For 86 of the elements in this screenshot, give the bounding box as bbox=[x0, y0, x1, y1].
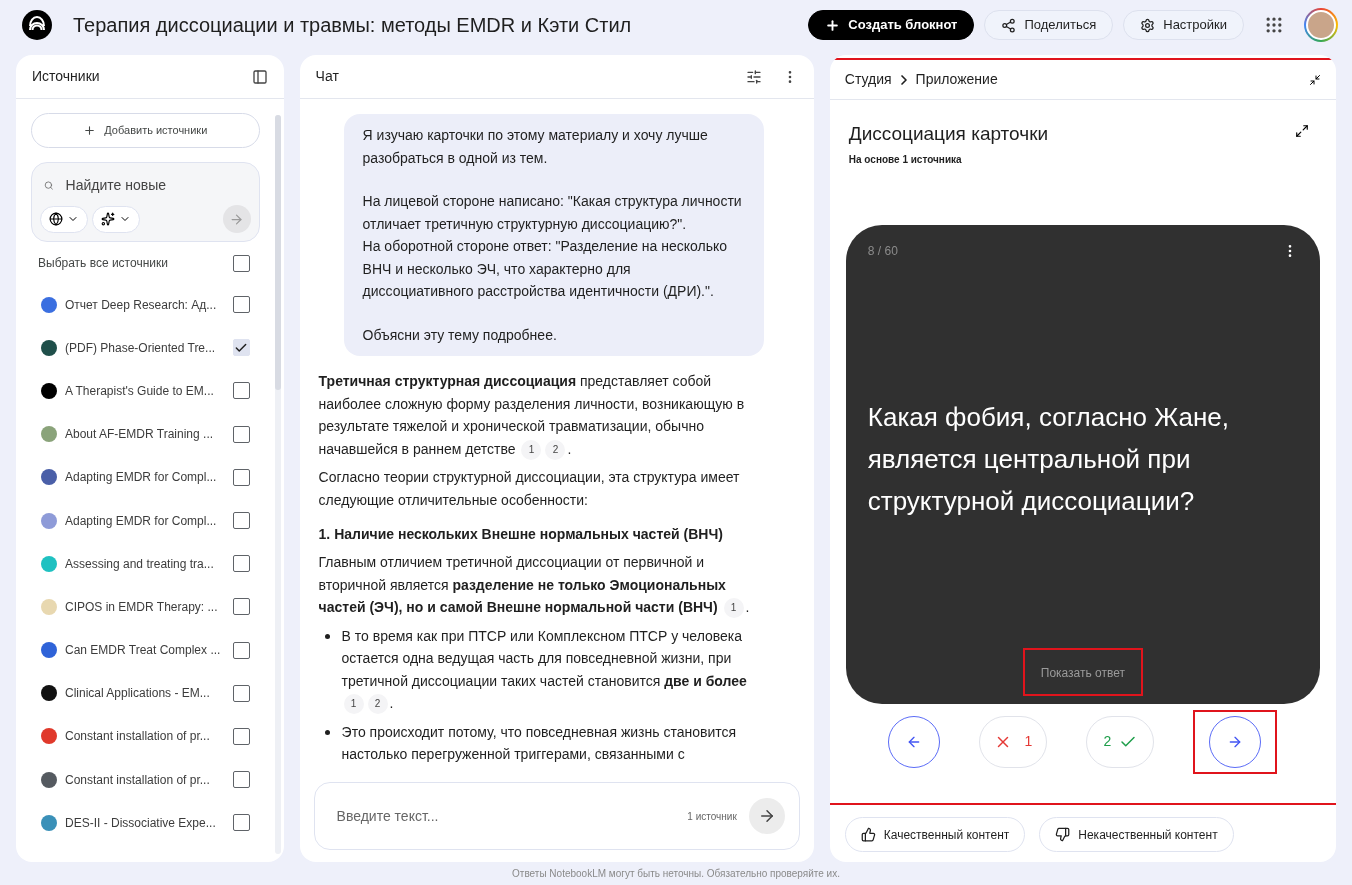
checkbox[interactable] bbox=[232, 254, 250, 272]
sidebar-toggle-icon[interactable] bbox=[251, 68, 268, 85]
checkbox[interactable] bbox=[232, 684, 250, 702]
source-item[interactable]: Adapting EMDR for Compl... bbox=[31, 455, 260, 499]
settings-button[interactable]: Настройки bbox=[1123, 10, 1244, 40]
source-item[interactable]: (PDF) Phase-Oriented Tre... bbox=[31, 326, 260, 370]
section-heading: 1. Наличие нескольких Внешне нормальных частей (ВНЧ) bbox=[318, 525, 724, 544]
source-title: Constant installation of pr... bbox=[65, 728, 211, 746]
breadcrumb-link[interactable]: Студия bbox=[844, 69, 892, 90]
source-title: Adapting EMDR for Compl... bbox=[65, 512, 218, 530]
checkbox[interactable] bbox=[232, 512, 250, 530]
checkbox[interactable] bbox=[232, 727, 250, 745]
source-item[interactable]: Constant installation of pr... bbox=[31, 758, 260, 802]
web-filter-button[interactable] bbox=[40, 205, 88, 233]
checkbox[interactable] bbox=[232, 598, 250, 616]
source-item[interactable]: DES-II - Dissociative Expe... bbox=[31, 801, 260, 845]
checkbox[interactable] bbox=[232, 771, 250, 789]
avatar[interactable] bbox=[1304, 8, 1338, 42]
answer-text: Это происходит потому, что повседневная жизнь становится настолько перегруженной триггерами, связанными с bbox=[341, 722, 738, 764]
checkbox[interactable] bbox=[232, 382, 250, 400]
plus-icon bbox=[83, 124, 97, 137]
send-button[interactable] bbox=[748, 798, 785, 834]
panel-title: Чат bbox=[315, 67, 339, 86]
panel-title: Источники bbox=[32, 67, 100, 86]
source-title: About AF-EMDR Training ... bbox=[65, 426, 215, 444]
settings-icon bbox=[1140, 17, 1156, 33]
source-item[interactable]: Clinical Applications - EM... bbox=[31, 671, 260, 715]
primary-button[interactable]: Создать блокнот bbox=[808, 10, 975, 40]
sparkle-icon bbox=[101, 212, 115, 226]
message-text: Объясни эту тему подробнее. bbox=[362, 325, 558, 345]
logo-icon bbox=[22, 10, 52, 40]
flashcards-subtitle: На основе 1 источника bbox=[848, 152, 963, 167]
apps-grid-icon[interactable] bbox=[1264, 15, 1284, 35]
checkbox[interactable] bbox=[232, 641, 250, 659]
disclaimer-text: Ответы NotebookLM могут быть неточны. Обязательно проверяйте их. bbox=[512, 867, 840, 881]
expand-icon[interactable] bbox=[1295, 124, 1309, 138]
share-icon bbox=[1001, 17, 1017, 33]
source-title: DES-II - Dissociative Expe... bbox=[65, 814, 217, 832]
source-item[interactable]: Constant installation of pr... bbox=[31, 714, 260, 759]
source-title: (PDF) Phase-Oriented Tre... bbox=[65, 339, 217, 357]
checkbox[interactable] bbox=[232, 555, 250, 573]
message-input[interactable]: Введите текст... bbox=[336, 805, 676, 827]
source-item[interactable]: CIPOS in EMDR Therapy: ... bbox=[31, 585, 260, 629]
source-title: Clinical Applications - EM... bbox=[65, 685, 211, 703]
source-title: Отчет Deep Research: Ад... bbox=[65, 296, 218, 314]
source-title: CIPOS in EMDR Therapy: ... bbox=[65, 598, 219, 616]
message-text: На лицевой стороне написано: "Какая структура личности отличает третичную структурную диссоциацию?". На оборотной стороне ответ: "Разделение на несколько ВНЧ и несколько ЭЧ, что характерно для диссоциативного расстройства идентичности (ДРИ).". bbox=[362, 192, 743, 301]
answer-text: Главным отличием третичной диссоциации от первичной и вторичной является разделение не только Эмоциональных частей (ЭЧ), но и самой Внешне нормальной части (ВНЧ) 1 . bbox=[318, 551, 764, 619]
flashcard[interactable]: 8 / 60 Какая фобия, согласно Жане, является центральной при структурной диссоциации? Показать ответ bbox=[845, 224, 1320, 704]
arrow-right-icon bbox=[229, 211, 245, 227]
answer-text: Третичная структурная диссоциация представляет собой наиболее сложную форму разделения личности, возникающую в результате тяжелой и хронической травматизации, обычно начавшейся в раннем детстве 1 2 . bbox=[318, 370, 764, 460]
message-text: Я изучаю карточки по этому материалу и хочу лучше разобраться в одной из тем. bbox=[362, 126, 709, 168]
flashcards-title: Диссоциация карточки bbox=[848, 122, 1049, 146]
source-title: Constant installation of pr... bbox=[65, 771, 211, 789]
collapse-icon[interactable] bbox=[1309, 73, 1321, 86]
answer-text: В то время как при ПТСР или Комплексном ПТСР у человека остается одна ведущая часть для повседневной жизни, при третичной диссоциации таких частей становится две и более 1 2 . bbox=[341, 624, 764, 715]
checkbox[interactable] bbox=[232, 425, 250, 443]
checkbox[interactable] bbox=[232, 814, 250, 832]
show-answer-button[interactable]: Показать ответ bbox=[1040, 663, 1125, 682]
card-counter: 8 / 60 bbox=[867, 242, 898, 260]
source-item[interactable]: Assessing and treating tra... bbox=[31, 542, 260, 586]
checkbox[interactable] bbox=[232, 468, 250, 486]
answer-text: Согласно теории структурной диссоциации, эта структура имеет следующие отличительные особенности: bbox=[318, 468, 741, 510]
select-all-label: Выбрать все источники bbox=[38, 255, 168, 272]
source-item[interactable]: Adapting EMDR for Compl... bbox=[31, 498, 260, 543]
source-title: A Therapist's Guide to EM... bbox=[65, 382, 215, 400]
source-item[interactable]: Отчет Deep Research: Ад... bbox=[31, 283, 260, 327]
source-item[interactable]: Can EMDR Treat Complex ... bbox=[31, 628, 260, 672]
source-title: Assessing and treating tra... bbox=[65, 555, 215, 573]
search-field[interactable]: Найдите новые bbox=[65, 174, 247, 196]
source-title: Adapting EMDR for Compl... bbox=[65, 469, 218, 487]
card-question: Какая фобия, согласно Жане, является центральной при структурной диссоциации? bbox=[867, 400, 1231, 518]
source-item[interactable]: A Therapist's Guide to EM... bbox=[31, 369, 260, 413]
breadcrumb-current: Приложение bbox=[915, 70, 998, 89]
source-title: Can EMDR Treat Complex ... bbox=[65, 642, 222, 660]
globe-icon bbox=[49, 212, 63, 226]
source-count: 1 источник bbox=[687, 809, 737, 824]
share-button[interactable]: Поделиться bbox=[984, 10, 1114, 40]
mode-filter-button[interactable] bbox=[92, 205, 140, 233]
notebook-title: Терапия диссоциации и травмы: методы EMDR и Кэти Стил bbox=[73, 13, 632, 38]
plus-icon bbox=[825, 17, 841, 33]
settings-sliders-icon[interactable] bbox=[745, 68, 762, 85]
checkbox[interactable] bbox=[232, 296, 250, 314]
source-item[interactable]: About AF-EMDR Training ... bbox=[31, 412, 260, 456]
thumbs-up-icon bbox=[860, 827, 876, 842]
thumbs-down-icon bbox=[1055, 827, 1071, 842]
